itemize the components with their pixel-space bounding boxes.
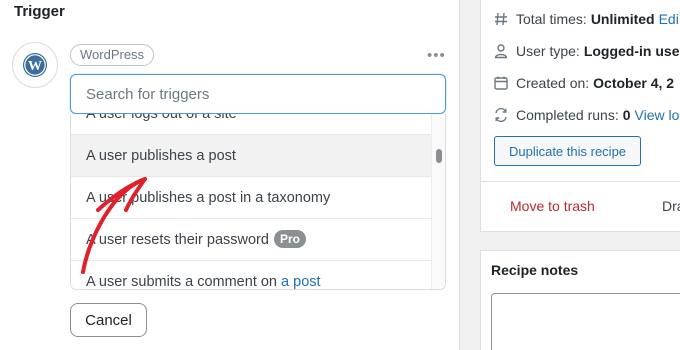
trigger-panel: Trigger W WordPress ••• A user logs out …	[0, 0, 460, 350]
trigger-options-dropdown: A user logs out of a site A user publish…	[70, 114, 446, 290]
user-icon	[494, 44, 508, 59]
trigger-option-label: A user submits a comment on	[86, 274, 282, 290]
card-divider	[481, 181, 680, 182]
pro-badge: Pro	[273, 230, 306, 248]
trigger-option-label: A user logs out of a site	[86, 114, 237, 122]
trigger-option-highlighted[interactable]: A user publishes a post	[71, 135, 433, 177]
duplicate-recipe-button[interactable]: Duplicate this recipe	[494, 136, 641, 166]
wordpress-integration-badge: W	[12, 42, 58, 88]
created-on-value: October 4, 2	[593, 75, 675, 91]
refresh-icon	[495, 107, 507, 123]
trigger-option[interactable]: A user submits a comment on a post	[71, 261, 433, 290]
hash-icon	[495, 12, 507, 26]
svg-text:W: W	[28, 59, 42, 74]
more-options-icon[interactable]: •••	[427, 47, 446, 64]
completed-runs-value: 0	[622, 107, 631, 123]
scrollbar-thumb[interactable]	[436, 149, 442, 163]
trigger-option[interactable]: A user logs out of a site	[71, 114, 433, 135]
trigger-search-box[interactable]	[70, 74, 446, 114]
dropdown-scrollbar[interactable]	[431, 114, 445, 289]
trigger-option-label: A user publishes a post in a taxonomy	[86, 190, 331, 206]
trigger-search-input[interactable]	[71, 75, 445, 113]
total-times-edit-link[interactable]: Edi	[659, 9, 679, 29]
calendar-icon	[494, 76, 508, 90]
total-times-value: Unlimited	[590, 11, 655, 27]
recipe-notes-card: Recipe notes	[480, 250, 680, 350]
created-on-row: Created on: October 4, 2	[493, 73, 674, 93]
trigger-option-label: A user publishes a post	[86, 148, 236, 164]
recipe-details-card: Total times: Unlimited Edi User type: Lo…	[480, 0, 680, 232]
trigger-option-link[interactable]: a post	[281, 274, 321, 289]
total-times-row: Total times: Unlimited Edi	[493, 9, 679, 29]
integration-tag: WordPress	[70, 44, 155, 66]
trigger-option-label: A user resets their password	[86, 232, 269, 248]
wordpress-icon: W	[23, 53, 47, 77]
user-type-value: Logged-in use	[583, 43, 680, 59]
completed-runs-label: Completed runs:	[516, 107, 619, 123]
recipe-notes-textarea[interactable]	[491, 293, 680, 350]
cancel-button[interactable]: Cancel	[70, 303, 147, 337]
user-type-row: User type: Logged-in use	[493, 41, 679, 61]
move-to-trash-link[interactable]: Move to trash	[510, 198, 595, 214]
draft-button[interactable]: Dra	[662, 198, 680, 214]
view-logs-link[interactable]: View lo	[635, 105, 680, 125]
user-type-label: User type:	[516, 43, 580, 59]
trigger-options-list: A user logs out of a site A user publish…	[71, 114, 433, 290]
trigger-option[interactable]: A user resets their password Pro	[71, 219, 433, 261]
completed-runs-row: Completed runs: 0 View lo	[493, 105, 679, 125]
total-times-label: Total times:	[516, 11, 587, 27]
recipe-notes-title: Recipe notes	[491, 262, 579, 278]
trigger-option[interactable]: A user publishes a post in a taxonomy	[71, 177, 433, 219]
created-on-label: Created on:	[516, 75, 590, 91]
trigger-title: Trigger	[14, 3, 65, 20]
